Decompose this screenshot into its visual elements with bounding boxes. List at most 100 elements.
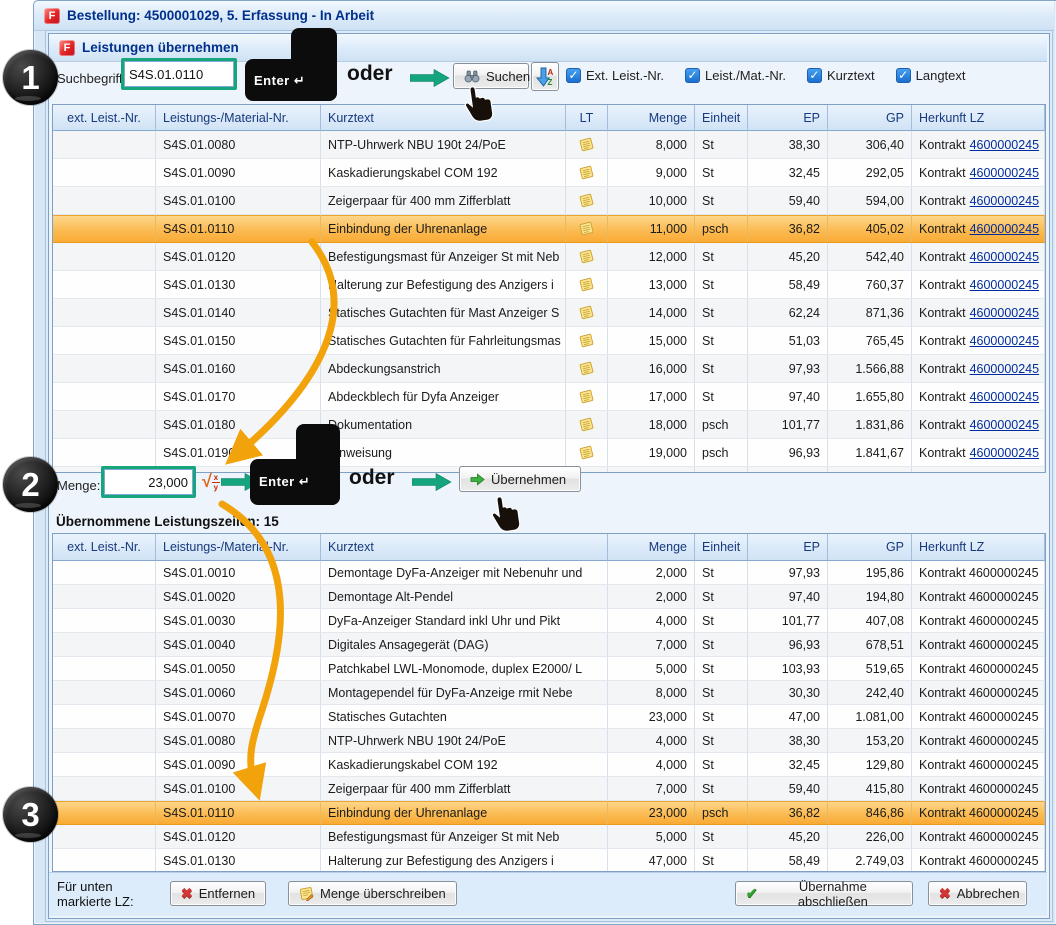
- cell-gp: 407,08: [828, 609, 912, 633]
- herkunft-link[interactable]: 4600000245: [970, 418, 1040, 432]
- note-pencil-icon: [299, 886, 314, 901]
- entfernen-button[interactable]: ✖ Entfernen: [170, 881, 266, 906]
- table-row[interactable]: S4S.01.0190Einweisung19,000psch96,931.84…: [53, 439, 1045, 467]
- col-gp[interactable]: GP: [828, 105, 912, 131]
- col-leistungs-material-nr[interactable]: Leistungs-/Material-Nr.: [156, 105, 321, 131]
- table-row[interactable]: S4S.01.0170Abdeckblech für Dyfa Anzeiger…: [53, 383, 1045, 411]
- cell-einheit: St: [695, 355, 748, 383]
- checkbox-leist-mat-nr[interactable]: ✓Leist./Mat.-Nr.: [685, 68, 786, 83]
- herkunft-prefix: Kontrakt: [919, 278, 966, 292]
- herkunft-link[interactable]: 4600000245: [970, 362, 1040, 376]
- table-row[interactable]: S4S.01.0040Digitales Ansagegerät (DAG)7,…: [53, 633, 1045, 657]
- col-einheit[interactable]: Einheit: [695, 105, 748, 131]
- table-row[interactable]: S4S.01.0030DyFa-Anzeiger Standard inkl U…: [53, 609, 1045, 633]
- col-herkunft-lz[interactable]: Herkunft LZ: [912, 105, 1045, 131]
- menge-ueberschreiben-button[interactable]: Menge überschreiben: [288, 881, 457, 906]
- herkunft-text: Kontrakt4600000245: [919, 138, 1039, 152]
- table-row[interactable]: S4S.01.0090Kaskadierungskabel COM 1924,0…: [53, 753, 1045, 777]
- checkbox-box[interactable]: ✓: [566, 68, 581, 83]
- table-row[interactable]: S4S.01.0140Statisches Gutachten für Mast…: [53, 299, 1045, 327]
- table-row[interactable]: S4S.01.0110Einbindung der Uhrenanlage23,…: [53, 801, 1045, 825]
- cell-ep: 103,93: [748, 657, 828, 681]
- menge-input[interactable]: [104, 469, 193, 495]
- col-ext-leist-nr[interactable]: ext. Leist.-Nr.: [53, 534, 156, 561]
- checkbox-box[interactable]: ✓: [685, 68, 700, 83]
- formula-icon[interactable]: √xy: [202, 472, 220, 491]
- uebernahme-abschliessen-button[interactable]: ✔ Übernahme abschließen: [735, 881, 913, 906]
- table-row[interactable]: S4S.01.0130Halterung zur Befestigung des…: [53, 849, 1045, 872]
- herkunft-link[interactable]: 4600000245: [970, 446, 1040, 460]
- abbrechen-button[interactable]: ✖ Abbrechen: [928, 881, 1027, 906]
- cell-ep: 30,30: [748, 681, 828, 705]
- col-kurztext[interactable]: Kurztext: [321, 105, 566, 131]
- herkunft-link[interactable]: 4600000245: [970, 306, 1040, 320]
- cell-kurztext: Einbindung der Uhrenanlage: [321, 801, 608, 825]
- herkunft-link[interactable]: 4600000245: [970, 138, 1040, 152]
- cell-leistungs-material-nr: S4S.01.0140: [156, 299, 321, 327]
- herkunft-link[interactable]: 4600000245: [970, 194, 1040, 208]
- cell-einheit: psch: [695, 215, 748, 243]
- cell-einheit: St: [695, 609, 748, 633]
- cell-menge: 13,000: [608, 271, 695, 299]
- table-row[interactable]: S4S.01.0070Statisches Gutachten23,000St4…: [53, 705, 1045, 729]
- cell-menge: 4,000: [608, 729, 695, 753]
- app-titlebar[interactable]: F Bestellung: 4500001029, 5. Erfassung -…: [34, 1, 1054, 31]
- table-row[interactable]: S4S.01.0110Einbindung der Uhrenanlage11,…: [53, 215, 1045, 243]
- sort-az-button[interactable]: AZ: [531, 62, 559, 91]
- herkunft-prefix: Kontrakt: [919, 250, 966, 264]
- herkunft-prefix: Kontrakt: [919, 194, 966, 208]
- table-row[interactable]: S4S.01.0120Befestigungsmast für Anzeiger…: [53, 825, 1045, 849]
- col-menge[interactable]: Menge: [608, 105, 695, 131]
- col-einheit[interactable]: Einheit: [695, 534, 748, 561]
- herkunft-link[interactable]: 4600000245: [970, 250, 1040, 264]
- checkbox-ext-leist-nr[interactable]: ✓Ext. Leist.-Nr.: [566, 68, 664, 83]
- cell-lt: [566, 439, 608, 467]
- cell-herkunft-lz: Kontrakt4600000245: [912, 299, 1045, 327]
- col-herkunft-lz[interactable]: Herkunft LZ: [912, 534, 1045, 561]
- uebernehmen-button[interactable]: Übernehmen: [459, 466, 581, 492]
- table-row[interactable]: S4S.01.0120Befestigungsmast für Anzeiger…: [53, 243, 1045, 271]
- available-services-table: ext. Leist.-Nr.Leistungs-/Material-Nr.Ku…: [52, 104, 1046, 473]
- cell-kurztext: Zeigerpaar für 400 mm Zifferblatt: [321, 187, 566, 215]
- herkunft-text: Kontrakt4600000245: [919, 166, 1039, 180]
- herkunft-link[interactable]: 4600000245: [970, 334, 1040, 348]
- table-row[interactable]: S4S.01.0090Kaskadierungskabel COM 1929,0…: [53, 159, 1045, 187]
- col-gp[interactable]: GP: [828, 534, 912, 561]
- table-row[interactable]: S4S.01.0100Zeigerpaar für 400 mm Zifferb…: [53, 187, 1045, 215]
- herkunft-link[interactable]: 4600000245: [970, 390, 1040, 404]
- table-row[interactable]: S4S.01.0150Statisches Gutachten für Fahr…: [53, 327, 1045, 355]
- table-row[interactable]: S4S.01.0080NTP-Uhrwerk NBU 190t 24/PoE4,…: [53, 729, 1045, 753]
- checkbox-kurztext[interactable]: ✓Kurztext: [807, 68, 875, 83]
- search-input[interactable]: [124, 61, 234, 87]
- table-row[interactable]: S4S.01.0180Dokumentation18,000psch101,77…: [53, 411, 1045, 439]
- cell-kurztext: Befestigungsmast für Anzeiger St mit Neb: [321, 243, 566, 271]
- col-ext-leist-nr[interactable]: ext. Leist.-Nr.: [53, 105, 156, 131]
- checkbox-box[interactable]: ✓: [896, 68, 911, 83]
- table-row[interactable]: S4S.01.0050Patchkabel LWL-Monomode, dupl…: [53, 657, 1045, 681]
- cell-lt: [566, 411, 608, 439]
- langtext-note-icon: [579, 361, 594, 376]
- cell-menge: [608, 467, 695, 473]
- green-check-icon: ✔: [746, 885, 758, 902]
- table-row[interactable]: S4S.01.0100Zeigerpaar für 400 mm Zifferb…: [53, 777, 1045, 801]
- herkunft-link[interactable]: 4600000245: [970, 166, 1040, 180]
- cell-ep: 97,40: [748, 383, 828, 411]
- checkbox-box[interactable]: ✓: [807, 68, 822, 83]
- col-ep[interactable]: EP: [748, 105, 828, 131]
- herkunft-prefix: Kontrakt: [919, 334, 966, 348]
- herkunft-link[interactable]: 4600000245: [970, 278, 1040, 292]
- table-row[interactable]: S4S.01.0020Demontage Alt-Pendel2,000St97…: [53, 585, 1045, 609]
- col-lt[interactable]: LT: [566, 105, 608, 131]
- checkbox-langtext[interactable]: ✓Langtext: [896, 68, 966, 83]
- col-leistungs-material-nr[interactable]: Leistungs-/Material-Nr.: [156, 534, 321, 561]
- table-row[interactable]: S4S.01.0010Demontage DyFa-Anzeiger mit N…: [53, 561, 1045, 585]
- col-ep[interactable]: EP: [748, 534, 828, 561]
- table-row[interactable]: S4S.01.0060Montagependel für DyFa-Anzeig…: [53, 681, 1045, 705]
- herkunft-link[interactable]: 4600000245: [970, 222, 1040, 236]
- table-row[interactable]: S4S.01.0080NTP-Uhrwerk NBU 190t 24/PoE8,…: [53, 131, 1045, 159]
- table-row[interactable]: S4S.01.0160Abdeckungsanstrich16,000St97,…: [53, 355, 1045, 383]
- col-kurztext[interactable]: Kurztext: [321, 534, 608, 561]
- cell-kurztext: NTP-Uhrwerk NBU 190t 24/PoE: [321, 131, 566, 159]
- col-menge[interactable]: Menge: [608, 534, 695, 561]
- table-row[interactable]: S4S.01.0130Halterung zur Befestigung des…: [53, 271, 1045, 299]
